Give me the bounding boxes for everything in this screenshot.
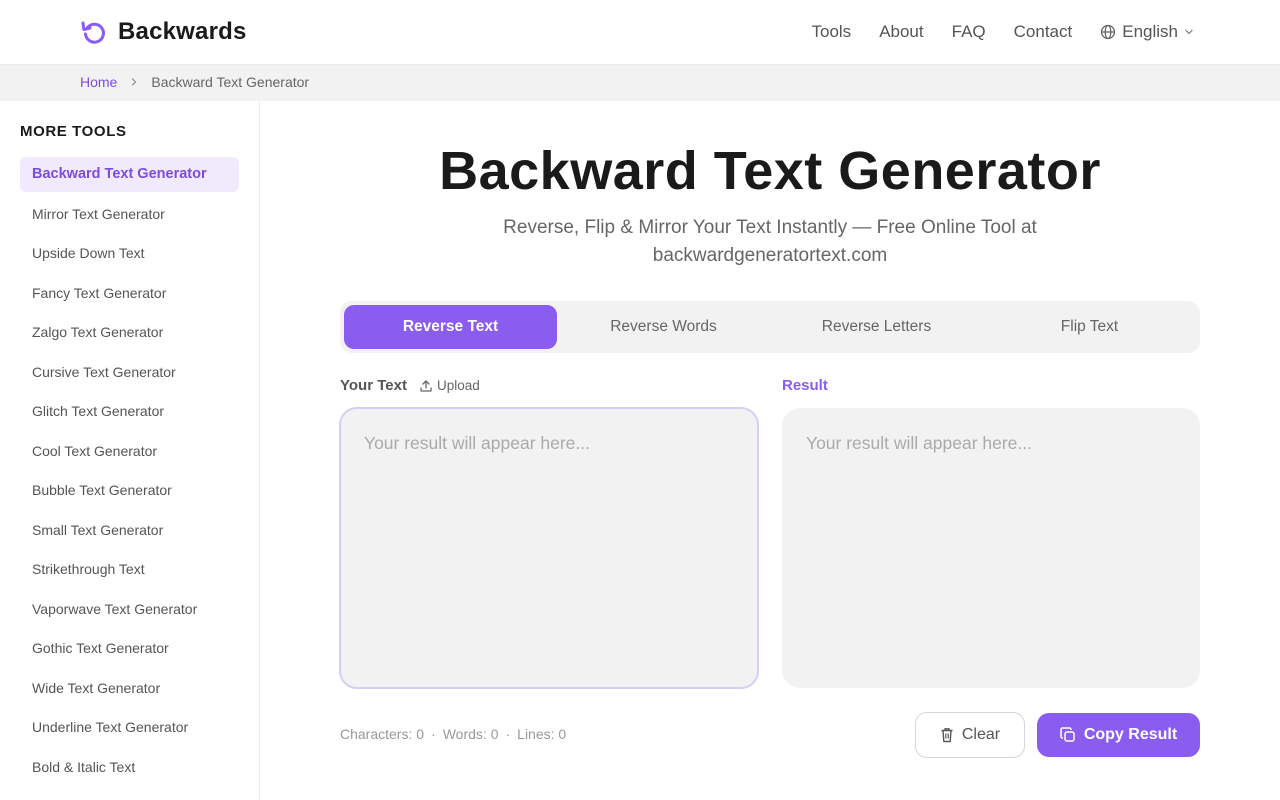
sidebar-item-bold-italic-text[interactable]: Bold & Italic Text [20,750,239,785]
result-label: Result [782,377,828,394]
sidebar-item-strikethrough-text[interactable]: Strikethrough Text [20,552,239,587]
logo[interactable]: Backwards [80,17,247,47]
word-count: Words: 0 [442,726,499,742]
breadcrumb: Home Backward Text Generator [80,74,309,90]
sidebar-item-vaporwave-text[interactable]: Vaporwave Text Generator [20,592,239,627]
trash-icon [941,728,953,743]
input-label: Your Text [340,377,407,394]
character-count: Characters: 0 [340,726,425,742]
chevron-down-icon [1185,29,1193,35]
sidebar-item-backward-text[interactable]: Backward Text Generator [20,157,239,192]
sidebar-item-fancy-text[interactable]: Fancy Text Generator [20,276,239,311]
upload-label: Upload [437,378,480,393]
nav-contact[interactable]: Contact [1014,22,1073,42]
language-label: English [1122,22,1178,41]
sidebar-item-cursive-text[interactable]: Cursive Text Generator [20,355,239,390]
sidebar-item-zalgo-text[interactable]: Zalgo Text Generator [20,315,239,350]
sidebar-tool-list: Backward Text Generator Mirror Text Gene… [20,157,239,789]
breadcrumb-current: Backward Text Generator [151,74,310,90]
copy-result-button[interactable]: Copy Result [1037,713,1200,757]
page-subtitle: Reverse, Flip & Mirror Your Text Instant… [503,217,1037,266]
line-count: Lines: 0 [517,726,567,742]
globe-icon [1101,24,1116,40]
undo-arrow-logo-icon [80,18,108,46]
nav-faq[interactable]: FAQ [952,22,986,42]
sidebar: MORE TOOLS Backward Text Generator Mirro… [0,101,260,800]
result-placeholder: Your result will appear here... [806,433,1033,453]
clear-label: Clear [961,726,1001,743]
text-stats: Characters: 0 · Words: 0 · Lines: 0 [340,726,566,742]
upload-icon [420,379,432,392]
breadcrumb-bar: Home Backward Text Generator [0,65,1280,101]
site-header: Backwards Tools About FAQ Contact Englis… [0,0,1280,65]
tab-reverse-text[interactable]: Reverse Text [344,305,557,349]
copy-icon [1060,727,1075,742]
chevron-right-icon [129,77,139,87]
text-input[interactable] [339,407,759,689]
sidebar-item-bubble-text[interactable]: Bubble Text Generator [20,473,239,508]
tab-reverse-words[interactable]: Reverse Words [557,305,770,349]
language-selector[interactable]: English [1100,22,1200,42]
sidebar-item-gothic-text[interactable]: Gothic Text Generator [20,631,239,666]
sidebar-item-small-text[interactable]: Small Text Generator [20,513,239,548]
mode-tabs: Reverse Text Reverse Words Reverse Lette… [340,301,1200,353]
stats-separator: · [431,726,436,742]
breadcrumb-home-link[interactable]: Home [80,74,117,90]
sidebar-item-glitch-text[interactable]: Glitch Text Generator [20,394,239,429]
sidebar-item-mirror-text[interactable]: Mirror Text Generator [20,197,239,232]
sidebar-item-wide-text[interactable]: Wide Text Generator [20,671,239,706]
stats-separator: · [505,726,511,742]
nav-about[interactable]: About [879,22,923,42]
sidebar-item-underline-text[interactable]: Underline Text Generator [20,710,239,745]
clear-button[interactable]: Clear [915,712,1025,758]
page-title: Backward Text Generator [439,141,1101,201]
upload-button[interactable]: Upload [419,378,480,393]
logo-text: Backwards [118,18,247,45]
sidebar-title: MORE TOOLS [20,123,127,140]
sidebar-item-upside-down-text[interactable]: Upside Down Text [20,236,239,271]
sidebar-item-cool-text[interactable]: Cool Text Generator [20,434,239,469]
copy-result-label: Copy Result [1083,726,1178,743]
result-output[interactable]: Your result will appear here... [782,408,1200,688]
nav-tools[interactable]: Tools [812,22,852,42]
tab-flip-text[interactable]: Flip Text [983,305,1196,349]
main-nav: Tools About FAQ Contact English [812,20,1201,44]
tab-reverse-letters[interactable]: Reverse Letters [770,305,983,349]
